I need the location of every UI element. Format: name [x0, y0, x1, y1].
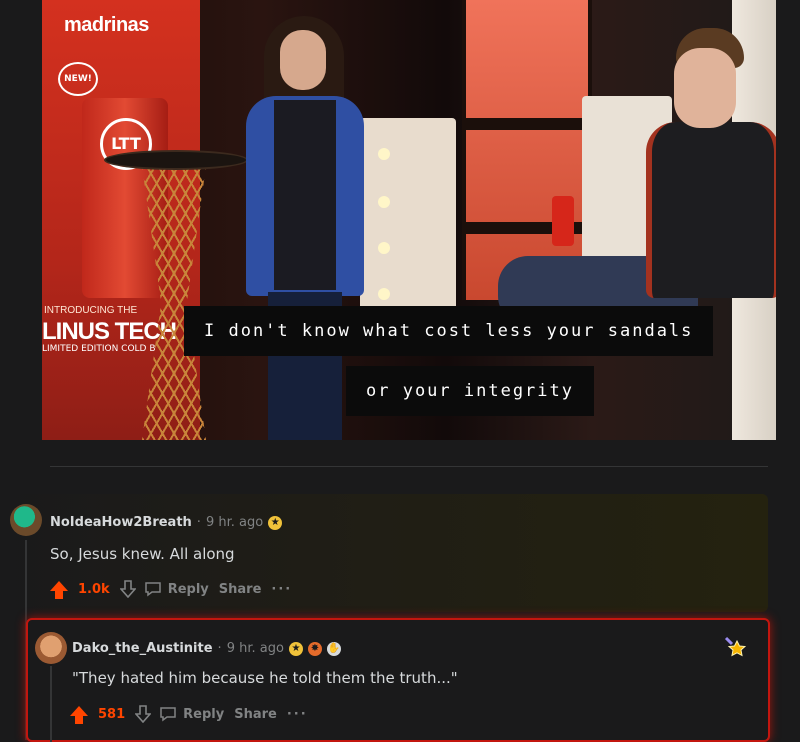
vote-score: 1.0k [78, 581, 110, 597]
reply-button[interactable]: Reply [159, 706, 224, 722]
star-award-icon[interactable] [724, 636, 746, 658]
post-image[interactable]: madrinas NEW! LTT INTRODUCING THE LINUS … [42, 0, 776, 440]
comment-actions: 581 Reply Share ··· [70, 705, 308, 724]
bar-table [104, 150, 248, 440]
comment-meta: NoIdeaHow2Breath · 9 hr. ago ★ [50, 515, 283, 530]
reply-button[interactable]: Reply [144, 581, 209, 597]
username-link[interactable]: Dako_the_Austinite [72, 641, 213, 656]
share-button[interactable]: Share [234, 707, 277, 722]
avatar[interactable] [10, 504, 42, 536]
hands-award-icon[interactable]: ✋ [326, 641, 341, 656]
thread-line[interactable] [50, 666, 52, 742]
comment-body: So, Jesus knew. All along [50, 545, 235, 563]
comment-meta: Dako_the_Austinite · 9 hr. ago ★ ✸ ✋ [72, 641, 341, 656]
chat-bubble-icon [144, 582, 161, 597]
upvote-icon[interactable] [70, 706, 88, 724]
reply-label: Reply [167, 581, 209, 597]
section-divider [50, 466, 768, 467]
separator-dot: · [217, 641, 222, 656]
downvote-icon[interactable] [135, 705, 152, 723]
gold-award-icon[interactable]: ★ [288, 641, 303, 656]
gold-award-icon[interactable]: ★ [268, 515, 283, 530]
caption-line-1: I don't know what cost less your sandals [184, 306, 714, 356]
more-options-button[interactable]: ··· [287, 707, 308, 722]
comment-actions: 1.0k Reply Share ··· [50, 580, 292, 599]
comment-body: "They hated him because he told them the… [72, 669, 458, 687]
explosion-award-icon[interactable]: ✸ [307, 641, 322, 656]
caption-line-2: or your integrity [346, 366, 594, 416]
banner-new-badge: NEW! [58, 62, 98, 96]
upvote-icon[interactable] [50, 581, 68, 599]
share-button[interactable]: Share [219, 582, 262, 597]
username-link[interactable]: NoIdeaHow2Breath [50, 515, 192, 530]
more-options-button[interactable]: ··· [271, 582, 292, 597]
avatar[interactable] [35, 632, 67, 664]
vote-score: 581 [98, 706, 126, 722]
reply-label: Reply [183, 706, 225, 722]
banner-brand: madrinas [64, 14, 149, 36]
separator-dot: · [196, 515, 201, 530]
downvote-icon[interactable] [119, 580, 136, 598]
timestamp[interactable]: 9 hr. ago [206, 515, 263, 530]
chat-bubble-icon [160, 707, 176, 722]
timestamp[interactable]: 9 hr. ago [227, 641, 284, 656]
